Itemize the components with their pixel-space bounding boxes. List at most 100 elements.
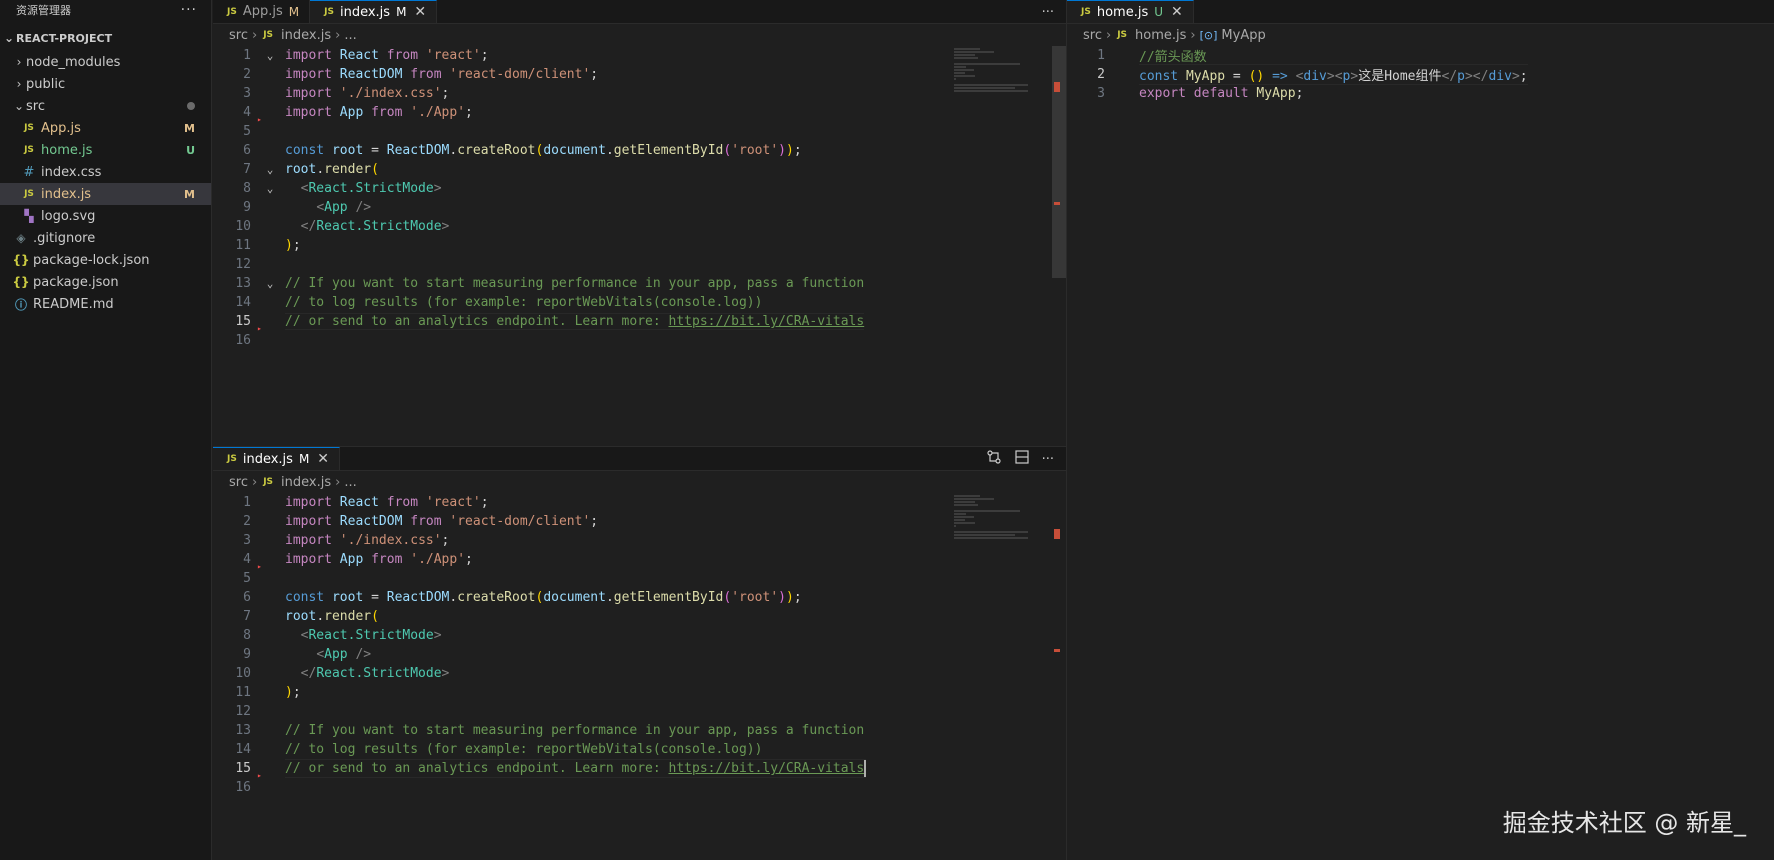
code-line[interactable]: 3 export default MyApp; [1067,84,1774,103]
code-line[interactable]: 16 [213,331,1066,350]
code-token: () [1248,69,1265,84]
breadcrumb-folder[interactable]: src [229,475,248,490]
code-token: > [433,181,442,196]
code-line[interactable]: 2 import ReactDOM from 'react-dom/client'… [213,65,1066,84]
tree-item-src[interactable]: ⌄ src [0,95,211,117]
more-actions-button[interactable]: ··· [1042,452,1054,467]
tree-item-package-lock-json[interactable]: {} package-lock.json [0,249,211,271]
minimap-line [954,72,965,74]
code-line[interactable]: 6 const root = ReactDOM. createRoot (docume… [213,141,1066,160]
vertical-scrollbar[interactable] [1052,493,1066,860]
code-line[interactable]: 5 [213,569,1066,588]
code-line[interactable]: 11); [213,683,1066,702]
tree-item-logo-svg[interactable]: ▚ logo.svg [0,205,211,227]
breadcrumb-file[interactable]: home.js [1135,28,1186,43]
code-editor[interactable]: 1 ⌄ import React from 'react'; 2 import Reac… [213,46,1066,350]
code-text: const MyApp = () => <div><p>这是Home组件</p>… [1139,64,1528,85]
tab-home-js[interactable]: JS home.js U ✕ [1067,0,1194,23]
close-icon[interactable]: ✕ [414,4,426,20]
code-editor[interactable]: 1 import React from 'react'; 2 import React… [213,493,1066,797]
code-line[interactable]: 14 // to log results (for example: report… [213,293,1066,312]
vertical-scrollbar[interactable] [1760,46,1774,860]
open-changes-icon[interactable] [986,449,1002,469]
code-line[interactable]: 9 <App /> [213,645,1066,664]
tree-item-label: src [26,98,45,114]
breadcrumb-tail[interactable]: ... [344,28,356,43]
code-line[interactable]: 9 <App /> [213,198,1066,217]
code-token: < [316,647,325,662]
tree-item-readme-md[interactable]: ⓘ README.md [0,293,211,315]
code-line[interactable]: 10 </React.StrictMode> [213,217,1066,236]
fold-chevron-icon[interactable]: ⌄ [255,163,285,176]
code-token: root [285,162,317,177]
project-root[interactable]: ⌄ REACT-PROJECT [0,25,211,51]
code-line[interactable]: 2 const MyApp = () => <div><p>这是Home组件</p… [1067,64,1774,85]
breadcrumb-file[interactable]: index.js [281,475,331,490]
chevron-down-icon: ⌄ [3,31,15,45]
code-line[interactable]: 4 import App from './App'; ▸ [213,103,1066,124]
code-line[interactable]: 13 // If you want to start measuring perf… [213,721,1066,740]
code-line[interactable]: 15 // or send to an analytics endpoint. L… [213,312,1066,333]
breadcrumb-symbol[interactable]: MyApp [1221,28,1265,43]
code-token: ; [441,86,450,101]
code-line[interactable]: 8 ⌄ <React.StrictMode> [213,179,1066,198]
code-line[interactable]: 12 [213,255,1066,274]
line-number: 14 [235,742,251,757]
code-line[interactable]: 1 //箭头函数 [1067,46,1774,65]
tree-item-app-js[interactable]: JS App.js M [0,117,211,139]
more-actions-button[interactable]: ··· [1042,5,1054,20]
fold-chevron-icon[interactable]: ⌄ [255,49,285,62]
scrollbar-thumb[interactable] [1052,46,1066,278]
tree-item-public[interactable]: › public [0,73,211,95]
breadcrumb-folder[interactable]: src [229,28,248,43]
code-line[interactable]: 4 import App from './App'; ▸ [213,550,1066,571]
code-line[interactable]: 1 ⌄ import React from 'react'; [213,46,1066,65]
tree-item-node-modules[interactable]: › node_modules [0,51,211,73]
code-token: ; [465,105,473,120]
close-icon[interactable]: ✕ [1171,4,1183,20]
split-editor-icon[interactable] [1014,449,1030,469]
code-line[interactable]: 7 ⌄ root.render( [213,160,1066,179]
tab-index-js[interactable]: JS index.js M ✕ [213,447,341,470]
code-line[interactable]: 13 ⌄// If you want to start measuring per… [213,274,1066,293]
code-line[interactable]: 11); [213,236,1066,255]
code-line[interactable]: 3 import './index.css'; [213,531,1066,550]
close-icon[interactable]: ✕ [317,451,329,467]
code-line[interactable]: 7 root.render( [213,607,1066,626]
tab-index-js[interactable]: JS index.js M ✕ [310,0,438,23]
code-line[interactable]: 16 [213,778,1066,797]
tree-item-index-js[interactable]: JS index.js M [0,183,211,205]
explorer-more-button[interactable]: ··· [181,2,197,18]
code-line[interactable]: 12 [213,702,1066,721]
tree-item-index-css[interactable]: # index.css [0,161,211,183]
breadcrumb-tail[interactable]: ... [344,475,356,490]
breadcrumb-file[interactable]: index.js [281,28,331,43]
code-line[interactable]: 1 import React from 'react'; [213,493,1066,512]
code-line[interactable]: 2 import ReactDOM from 'react-dom/client'… [213,512,1066,531]
code-line[interactable]: 6 const root = ReactDOM. createRoot (docume… [213,588,1066,607]
tree-item-package-json[interactable]: {} package.json [0,271,211,293]
code-token: ; [1295,86,1304,101]
code-token: ReactDOM [339,67,403,82]
fold-chevron-icon[interactable]: ⌄ [255,182,285,195]
breadcrumb-folder[interactable]: src [1083,28,1102,43]
fold-chevron-icon[interactable]: ⌄ [255,277,285,290]
code-line[interactable]: 15 // or send to an analytics endpoint. L… [213,759,1066,780]
minimap[interactable] [954,495,1034,543]
tree-item--gitignore[interactable]: ◈ .gitignore [0,227,211,249]
tab-app-js[interactable]: JS App.js M [213,0,311,23]
code-line[interactable]: 10 </React.StrictMode> [213,664,1066,683]
vertical-scrollbar[interactable] [1052,46,1066,446]
tab-label: home.js [1096,4,1149,20]
code-line[interactable]: 3 import './index.css'; [213,84,1066,103]
minimap[interactable] [954,48,1034,96]
tree-item-home-js[interactable]: JS home.js U [0,139,211,161]
code-line[interactable]: 14 // to log results (for example: report… [213,740,1066,759]
code-editor[interactable]: 1//箭头函数 2 const MyApp = () => <div><p>这是Ho… [1067,46,1774,103]
info-icon: ⓘ [14,297,27,312]
code-line[interactable]: 8 <React.StrictMode> [213,626,1066,645]
code-line[interactable]: 5 [213,122,1066,141]
